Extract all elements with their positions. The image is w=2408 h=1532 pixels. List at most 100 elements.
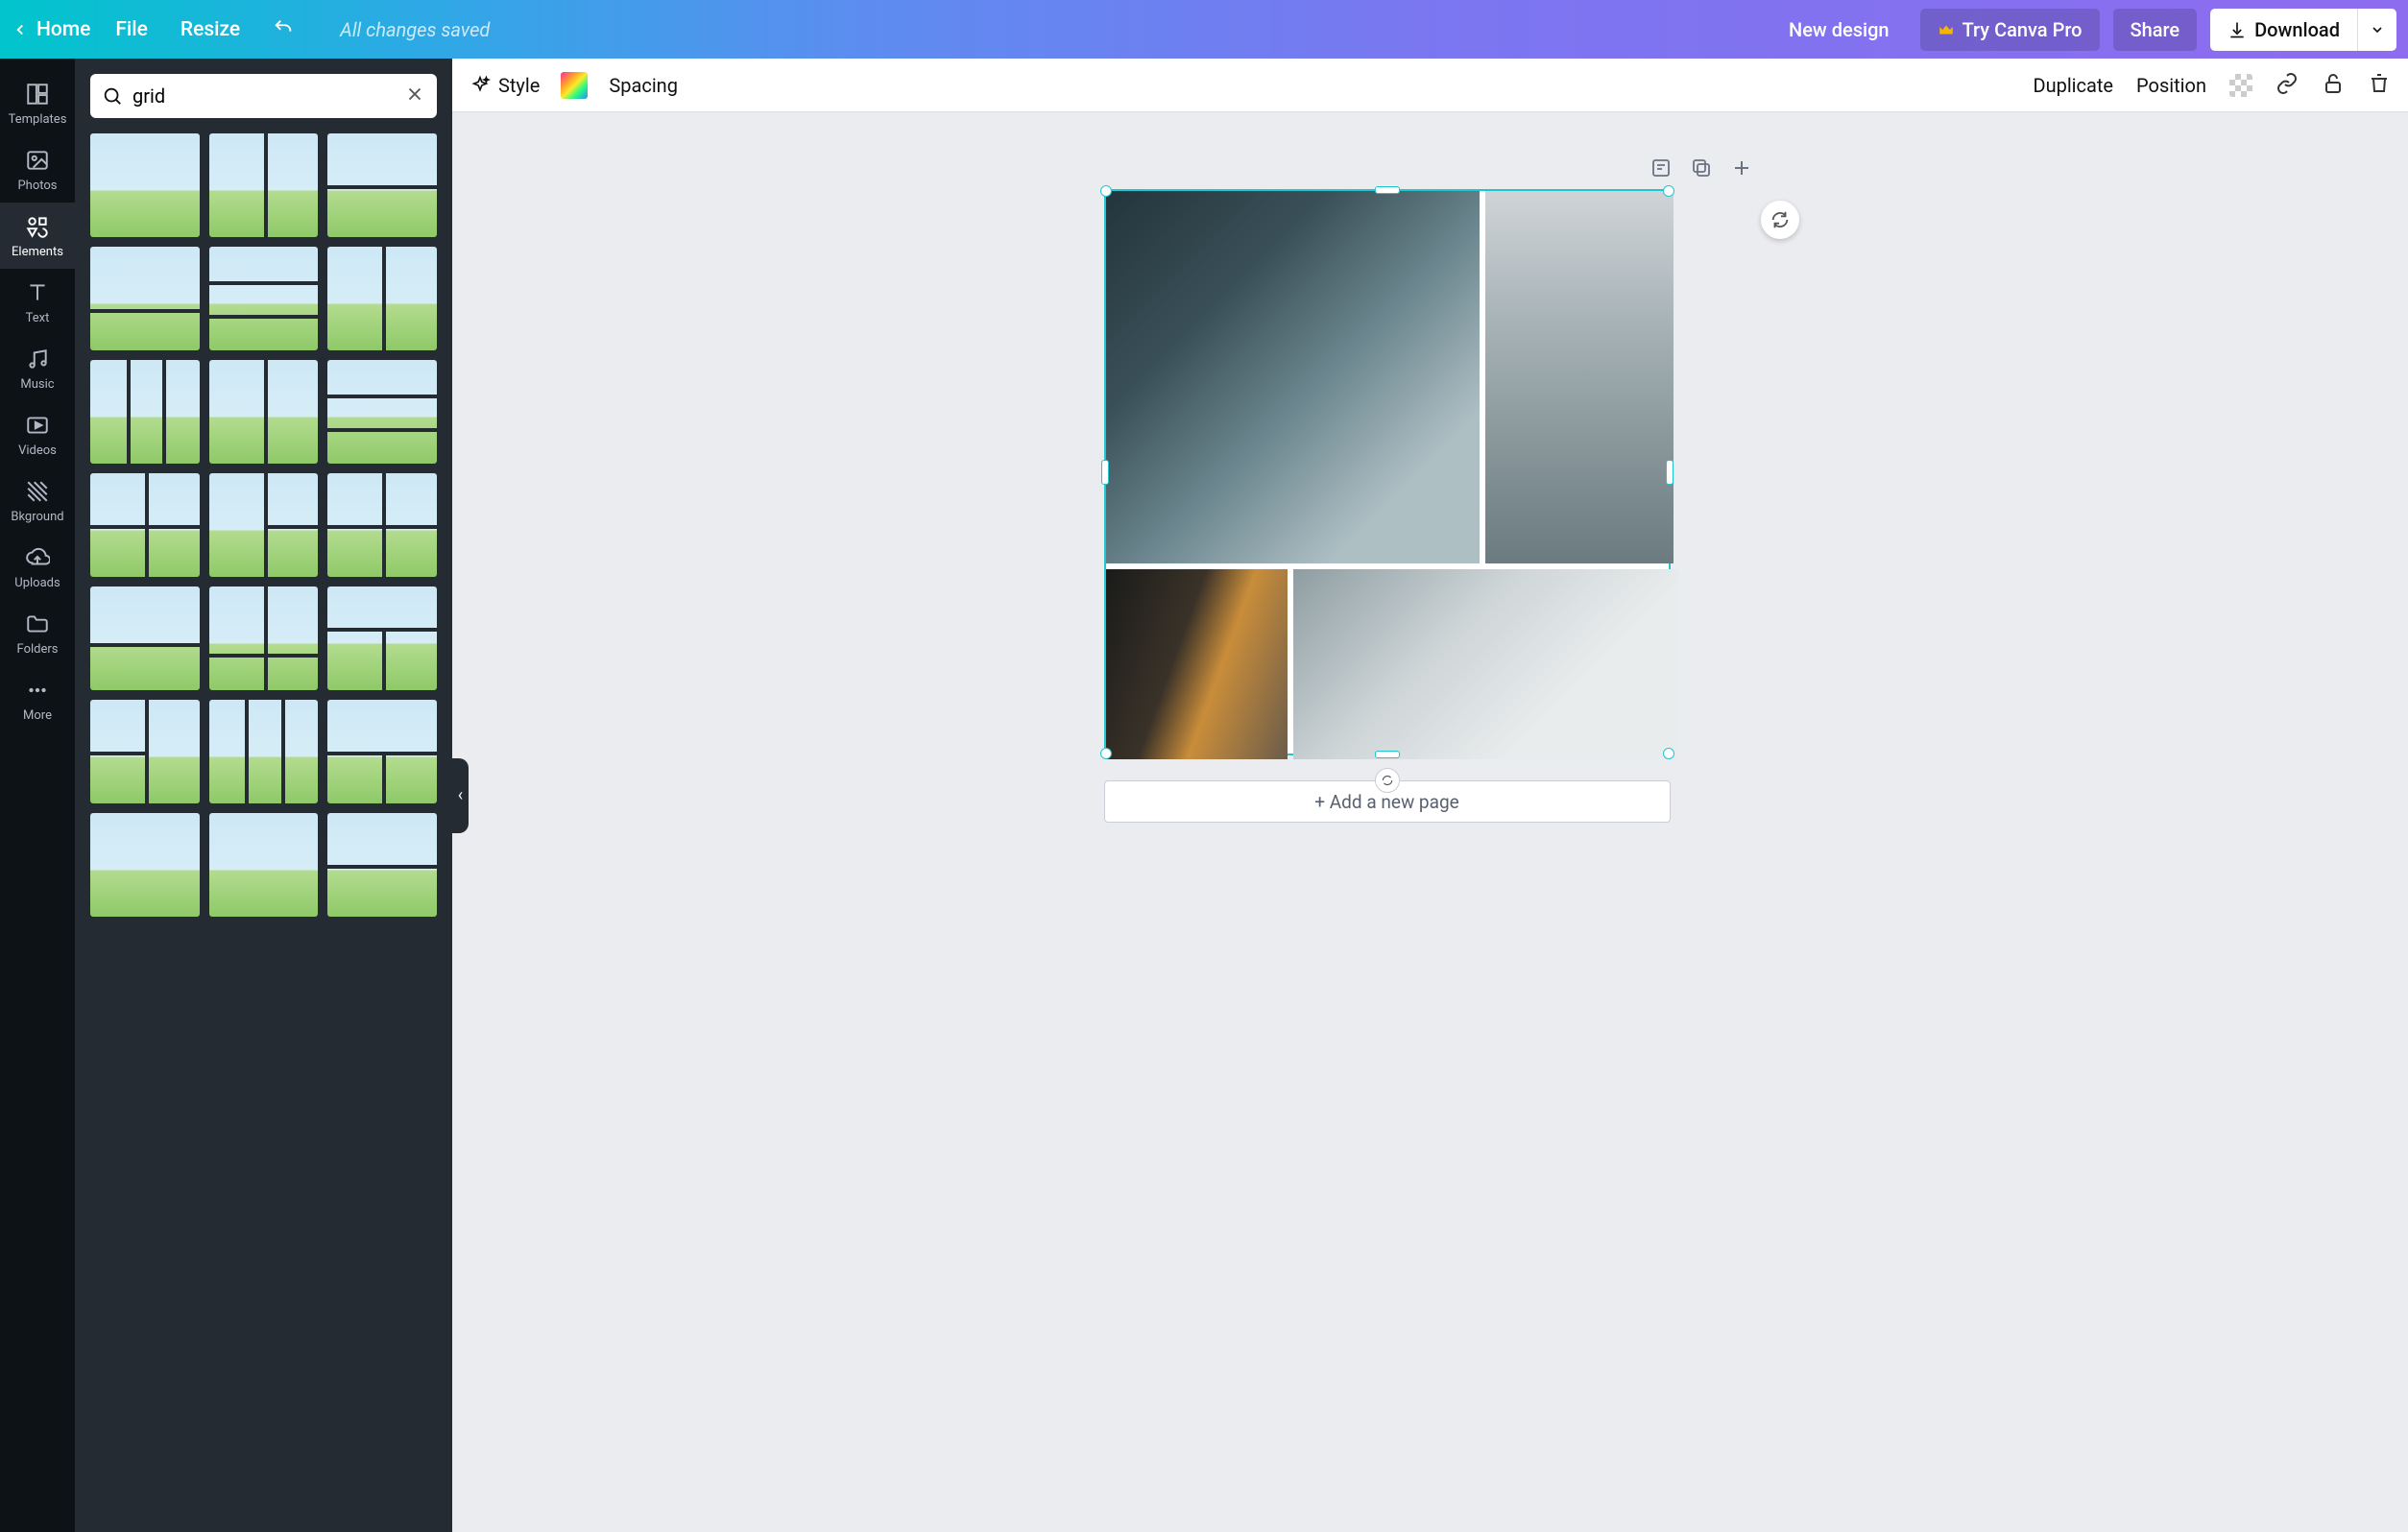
rail-label: Bkground — [11, 510, 63, 524]
style-button[interactable]: Style — [470, 74, 540, 97]
resize-handle[interactable] — [1101, 460, 1109, 485]
grid-thumb[interactable] — [327, 473, 437, 577]
close-icon — [404, 84, 425, 105]
undo-button[interactable] — [273, 17, 294, 42]
editor-viewport[interactable]: + Add a new page — [452, 112, 2408, 1532]
grid-thumb[interactable] — [90, 247, 200, 350]
clear-search-button[interactable] — [404, 84, 425, 108]
rail-label: More — [23, 708, 52, 723]
more-icon — [25, 678, 50, 703]
rail-text[interactable]: Text — [0, 269, 75, 335]
grid-thumb[interactable] — [90, 360, 200, 464]
try-canva-label: Try Canva Pro — [1963, 18, 2083, 41]
add-page-button[interactable]: + Add a new page — [1104, 780, 1671, 823]
grid-thumb[interactable] — [90, 586, 200, 690]
left-rail: Templates Photos Elements Text Music Vid… — [0, 59, 75, 1532]
grid-thumb[interactable] — [327, 813, 437, 917]
chevron-left-icon — [12, 21, 29, 38]
link-button[interactable] — [2276, 72, 2299, 99]
grid-thumb[interactable] — [209, 473, 319, 577]
resize-handle[interactable] — [1375, 751, 1400, 758]
rail-label: Music — [20, 377, 54, 392]
grid-thumb[interactable] — [209, 813, 319, 917]
resize-handle[interactable] — [1663, 185, 1674, 197]
grid-cell-pavement[interactable] — [1106, 569, 1288, 759]
rail-photos[interactable]: Photos — [0, 136, 75, 203]
elements-panel — [75, 59, 452, 1532]
grid-thumb[interactable] — [90, 473, 200, 577]
videos-icon — [25, 413, 50, 438]
uploads-icon — [25, 545, 50, 570]
download-caret[interactable] — [2357, 9, 2396, 51]
share-button[interactable]: Share — [2113, 9, 2198, 51]
lock-button[interactable] — [2322, 72, 2345, 99]
search-field[interactable] — [90, 74, 437, 118]
resize-handle[interactable] — [1666, 460, 1674, 485]
duplicate-button[interactable]: Duplicate — [2033, 74, 2113, 97]
grid-thumb[interactable] — [90, 813, 200, 917]
refresh-icon — [1770, 209, 1791, 230]
resize-button[interactable]: Resize — [173, 18, 240, 41]
file-menu[interactable]: File — [115, 18, 148, 41]
transparency-button[interactable] — [2229, 74, 2252, 97]
spacing-button[interactable]: Spacing — [609, 74, 678, 97]
copy-page-button[interactable] — [1690, 156, 1713, 183]
add-page-icon-button[interactable] — [1730, 156, 1753, 183]
grid-thumb[interactable] — [209, 247, 319, 350]
crown-icon — [1938, 21, 1955, 38]
try-canva-pro-button[interactable]: Try Canva Pro — [1920, 9, 2100, 51]
position-button[interactable]: Position — [2136, 74, 2206, 97]
rail-videos[interactable]: Videos — [0, 401, 75, 467]
lock-open-icon — [2322, 72, 2345, 95]
grid-cell-aerial-highway[interactable] — [1106, 191, 1481, 563]
grid-thumb[interactable] — [209, 360, 319, 464]
photo-grid-selected[interactable] — [1104, 189, 1671, 755]
rail-label: Videos — [18, 443, 57, 458]
search-input[interactable] — [132, 84, 395, 108]
grid-thumb[interactable] — [209, 700, 319, 803]
context-toolbar: Style Spacing Duplicate Position — [452, 59, 2408, 112]
grid-cell-city-street[interactable] — [1485, 191, 1674, 563]
color-swatch[interactable] — [561, 72, 588, 99]
grid-thumb[interactable] — [327, 247, 437, 350]
rail-label: Uploads — [14, 576, 60, 590]
music-icon — [25, 347, 50, 371]
resize-handle[interactable] — [1375, 186, 1400, 194]
grid-cell-sneakers-fence[interactable] — [1293, 569, 1680, 759]
grid-results[interactable] — [90, 133, 437, 1532]
grid-thumb[interactable] — [327, 700, 437, 803]
sync-icon — [1381, 774, 1394, 787]
delete-button[interactable] — [2368, 72, 2391, 99]
rail-more[interactable]: More — [0, 666, 75, 732]
regenerate-button[interactable] — [1761, 201, 1799, 239]
resize-handle[interactable] — [1100, 748, 1112, 759]
rail-templates[interactable]: Templates — [0, 70, 75, 136]
grid-thumb[interactable] — [327, 586, 437, 690]
folders-icon — [25, 611, 50, 636]
download-button[interactable]: Download — [2210, 9, 2357, 51]
home-button[interactable]: Home — [12, 18, 90, 41]
rail-background[interactable]: Bkground — [0, 467, 75, 534]
grid-thumb[interactable] — [327, 360, 437, 464]
grid-thumb[interactable] — [209, 133, 319, 237]
notes-button[interactable] — [1649, 156, 1673, 183]
resize-handle[interactable] — [1663, 748, 1674, 759]
grid-thumb[interactable] — [90, 700, 200, 803]
templates-icon — [25, 82, 50, 107]
undo-icon — [273, 17, 294, 38]
grid-thumb[interactable] — [209, 586, 319, 690]
spacing-label: Spacing — [609, 74, 678, 97]
rail-elements[interactable]: Elements — [0, 203, 75, 269]
rail-uploads[interactable]: Uploads — [0, 534, 75, 600]
grid-thumb[interactable] — [90, 133, 200, 237]
grid-thumb[interactable] — [327, 133, 437, 237]
rail-label: Folders — [17, 642, 59, 657]
new-design-button[interactable]: New design — [1771, 9, 1907, 51]
rail-music[interactable]: Music — [0, 335, 75, 401]
photos-icon — [25, 148, 50, 173]
plus-icon — [1730, 156, 1753, 180]
resize-handle[interactable] — [1100, 185, 1112, 197]
rail-folders[interactable]: Folders — [0, 600, 75, 666]
elements-icon — [25, 214, 50, 239]
rail-label: Photos — [17, 179, 57, 193]
